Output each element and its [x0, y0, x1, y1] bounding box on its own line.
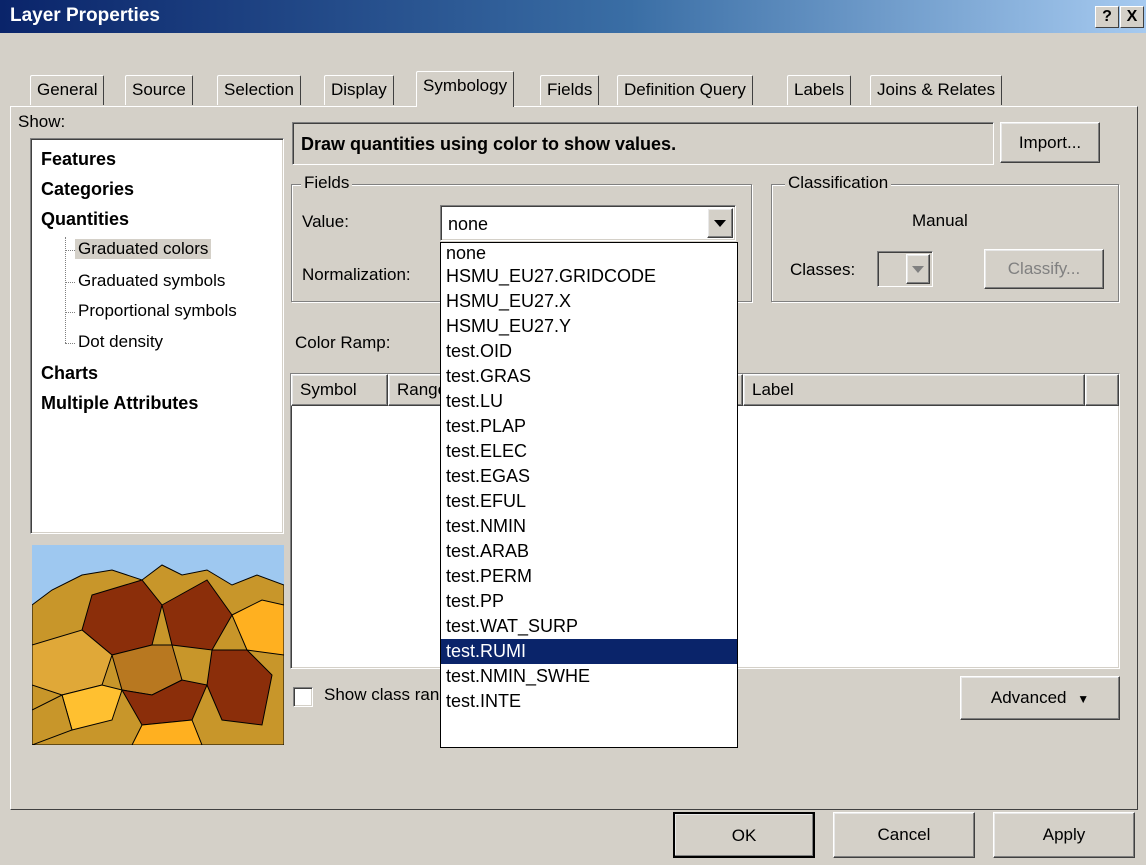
apply-button[interactable]: Apply	[993, 812, 1135, 858]
dropdown-option[interactable]: test.NMIN	[441, 514, 737, 539]
tab-general[interactable]: General	[30, 75, 105, 105]
classify-button: Classify...	[984, 249, 1104, 289]
dropdown-option[interactable]: test.PP	[441, 589, 737, 614]
dropdown-option[interactable]: test.GRAS	[441, 364, 737, 389]
dropdown-option[interactable]: test.ELEC	[441, 439, 737, 464]
normalization-label: Normalization:	[302, 265, 411, 284]
tree-item-categories[interactable]: Categories	[41, 179, 134, 200]
tab-fields[interactable]: Fields	[540, 75, 600, 105]
column-header-label[interactable]: Label	[743, 374, 1085, 406]
tab-selection[interactable]: Selection	[217, 75, 301, 105]
chevron-down-icon[interactable]	[707, 208, 733, 238]
value-label: Value:	[302, 212, 349, 231]
dropdown-option[interactable]: test.NMIN_SWHE	[441, 664, 737, 689]
description-text: Draw quantities using color to show valu…	[301, 134, 677, 154]
tab-joins-relates[interactable]: Joins & Relates	[870, 75, 1003, 105]
tab-source[interactable]: Source	[125, 75, 193, 105]
window-title: Layer Properties	[10, 5, 160, 26]
tree-item-charts[interactable]: Charts	[41, 363, 98, 384]
dropdown-option[interactable]: test.OID	[441, 339, 737, 364]
cancel-button[interactable]: Cancel	[833, 812, 975, 858]
tree-item-quantities[interactable]: Quantities	[41, 209, 129, 230]
tree-item-graduated-colors[interactable]: Graduated colors	[75, 239, 212, 259]
tree-line	[65, 250, 75, 251]
tree-item-dot-density[interactable]: Dot density	[78, 332, 163, 352]
tab-display[interactable]: Display	[324, 75, 394, 105]
classification-method: Manual	[912, 211, 968, 230]
dropdown-option[interactable]: test.EGAS	[441, 464, 737, 489]
dropdown-option[interactable]: test.ARAB	[441, 539, 737, 564]
tree-line	[65, 343, 75, 344]
show-class-ranges-label: Show class ranges using feature values	[324, 685, 444, 704]
import-button[interactable]: Import...	[1000, 122, 1100, 163]
dropdown-option[interactable]: none	[441, 243, 737, 264]
value-dropdown-text: none	[448, 214, 489, 234]
dropdown-option[interactable]: test.EFUL	[441, 489, 737, 514]
tab-labels[interactable]: Labels	[787, 75, 852, 105]
close-button[interactable]: X	[1120, 6, 1144, 28]
help-button[interactable]: ?	[1095, 6, 1119, 28]
tree-item-graduated-symbols[interactable]: Graduated symbols	[78, 271, 225, 291]
classes-dropdown	[877, 251, 933, 287]
tree-line	[65, 237, 66, 343]
column-header-symbol[interactable]: Symbol	[291, 374, 388, 406]
show-label: Show:	[18, 112, 66, 131]
show-class-ranges-checkbox[interactable]	[293, 687, 313, 707]
classes-label: Classes:	[790, 260, 856, 279]
advanced-button[interactable]: Advanced ▼	[960, 676, 1120, 720]
dropdown-option[interactable]: test.WAT_SURP	[441, 614, 737, 639]
ok-button[interactable]: OK	[673, 812, 815, 858]
tree-item-proportional-symbols[interactable]: Proportional symbols	[78, 301, 237, 321]
dropdown-option[interactable]: test.LU	[441, 389, 737, 414]
classification-group-label: Classification	[785, 173, 892, 193]
tab-definition-query[interactable]: Definition Query	[617, 75, 753, 105]
tree-line	[65, 312, 75, 313]
fields-group-label: Fields	[301, 173, 353, 193]
dropdown-option[interactable]: HSMU_EU27.X	[441, 289, 737, 314]
dropdown-option[interactable]: test.PLAP	[441, 414, 737, 439]
color-ramp-label: Color Ramp:	[295, 333, 391, 352]
dropdown-option[interactable]: test.INTE	[441, 689, 737, 714]
column-header-extra	[1085, 374, 1119, 406]
chevron-down-icon: ▼	[1077, 692, 1090, 706]
show-tree[interactable]: Features Categories Quantities Graduated…	[30, 138, 284, 534]
renderer-description: Draw quantities using color to show valu…	[292, 122, 994, 165]
title-bar[interactable]: Layer Properties ? X	[0, 0, 1146, 33]
dropdown-option-selected[interactable]: test.RUMI	[441, 639, 737, 664]
tab-symbology[interactable]: Symbology	[416, 71, 515, 107]
chevron-down-icon	[906, 254, 930, 284]
tree-line	[65, 282, 75, 283]
tree-item-multiple-attributes[interactable]: Multiple Attributes	[41, 393, 198, 414]
preview-map-image	[32, 545, 284, 745]
dropdown-option[interactable]: HSMU_EU27.Y	[441, 314, 737, 339]
value-dropdown[interactable]: none	[440, 205, 736, 241]
dropdown-option[interactable]: HSMU_EU27.GRIDCODE	[441, 264, 737, 289]
value-dropdown-list[interactable]: none HSMU_EU27.GRIDCODE HSMU_EU27.X HSMU…	[440, 242, 738, 748]
dropdown-option[interactable]: test.PERM	[441, 564, 737, 589]
tree-item-features[interactable]: Features	[41, 149, 116, 170]
advanced-button-label: Advanced	[990, 688, 1067, 707]
